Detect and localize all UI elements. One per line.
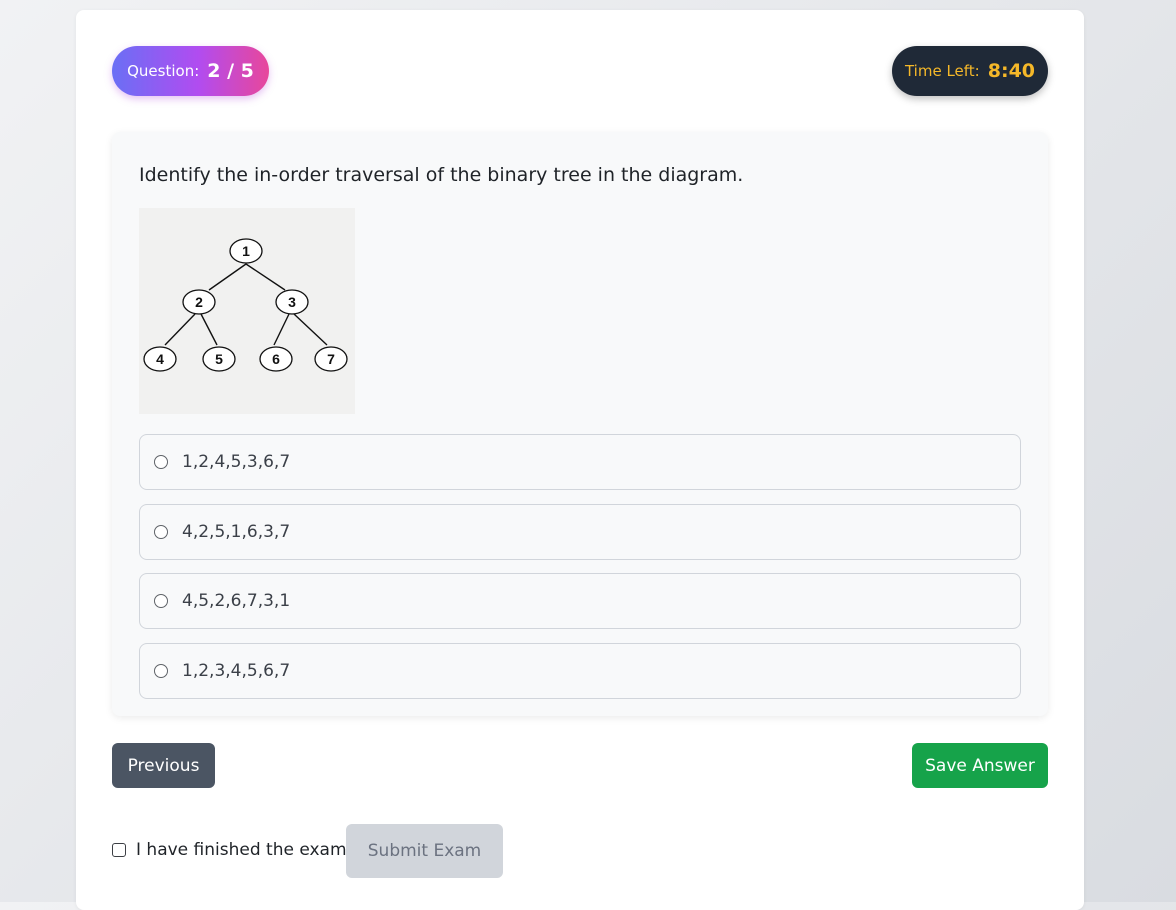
binary-tree-svg: 1 2 3 4 5 6 7 xyxy=(143,238,348,372)
tree-node-label: 2 xyxy=(195,294,203,310)
answer-option-2[interactable]: 4,2,5,1,6,3,7 xyxy=(139,504,1021,560)
question-counter-value: 2 / 5 xyxy=(207,60,254,82)
answer-option-label: 4,5,2,6,7,3,1 xyxy=(182,591,291,611)
answer-option-label: 1,2,3,4,5,6,7 xyxy=(182,661,291,681)
radio-button[interactable] xyxy=(154,664,168,678)
edge-2-5 xyxy=(200,313,218,346)
tree-node-label: 3 xyxy=(288,294,296,310)
timer-value: 8:40 xyxy=(987,60,1036,82)
radio-button[interactable] xyxy=(154,455,168,469)
radio-button[interactable] xyxy=(154,525,168,539)
finished-exam-label[interactable]: I have finished the exam xyxy=(136,840,347,860)
answer-option-1[interactable]: 1,2,4,5,3,6,7 xyxy=(139,434,1021,490)
binary-tree-diagram: 1 2 3 4 5 6 7 xyxy=(139,208,355,414)
question-counter-badge: Question: 2 / 5 xyxy=(112,46,269,96)
edge-3-6 xyxy=(273,313,290,346)
timer-badge: Time Left: 8:40 xyxy=(892,46,1048,96)
edge-1-2 xyxy=(208,263,247,291)
edge-2-4 xyxy=(164,313,196,346)
previous-button[interactable]: Previous xyxy=(112,743,215,788)
answer-option-4[interactable]: 1,2,3,4,5,6,7 xyxy=(139,643,1021,699)
radio-button[interactable] xyxy=(154,594,168,608)
tree-node-label: 1 xyxy=(242,243,250,259)
tree-node-label: 4 xyxy=(156,351,164,367)
timer-label: Time Left: xyxy=(904,62,980,80)
answer-option-label: 4,2,5,1,6,3,7 xyxy=(182,522,291,542)
finished-exam-row[interactable]: I have finished the exam xyxy=(112,840,347,860)
answer-option-label: 1,2,4,5,3,6,7 xyxy=(182,452,291,472)
tree-node-label: 6 xyxy=(272,351,280,367)
save-answer-button[interactable]: Save Answer xyxy=(912,743,1048,788)
submit-exam-button[interactable]: Submit Exam xyxy=(346,824,503,878)
edge-1-3 xyxy=(245,263,286,291)
finished-exam-checkbox[interactable] xyxy=(112,843,126,857)
question-text: Identify the in-order traversal of the b… xyxy=(139,164,744,186)
edge-3-7 xyxy=(293,313,328,346)
tree-node-label: 7 xyxy=(327,351,335,367)
question-counter-label: Question: xyxy=(127,62,200,80)
question-panel: Identify the in-order traversal of the b… xyxy=(112,132,1048,716)
tree-node-label: 5 xyxy=(215,351,223,367)
answer-option-3[interactable]: 4,5,2,6,7,3,1 xyxy=(139,573,1021,629)
exam-card: Question: 2 / 5 Time Left: 8:40 Identify… xyxy=(76,10,1084,910)
